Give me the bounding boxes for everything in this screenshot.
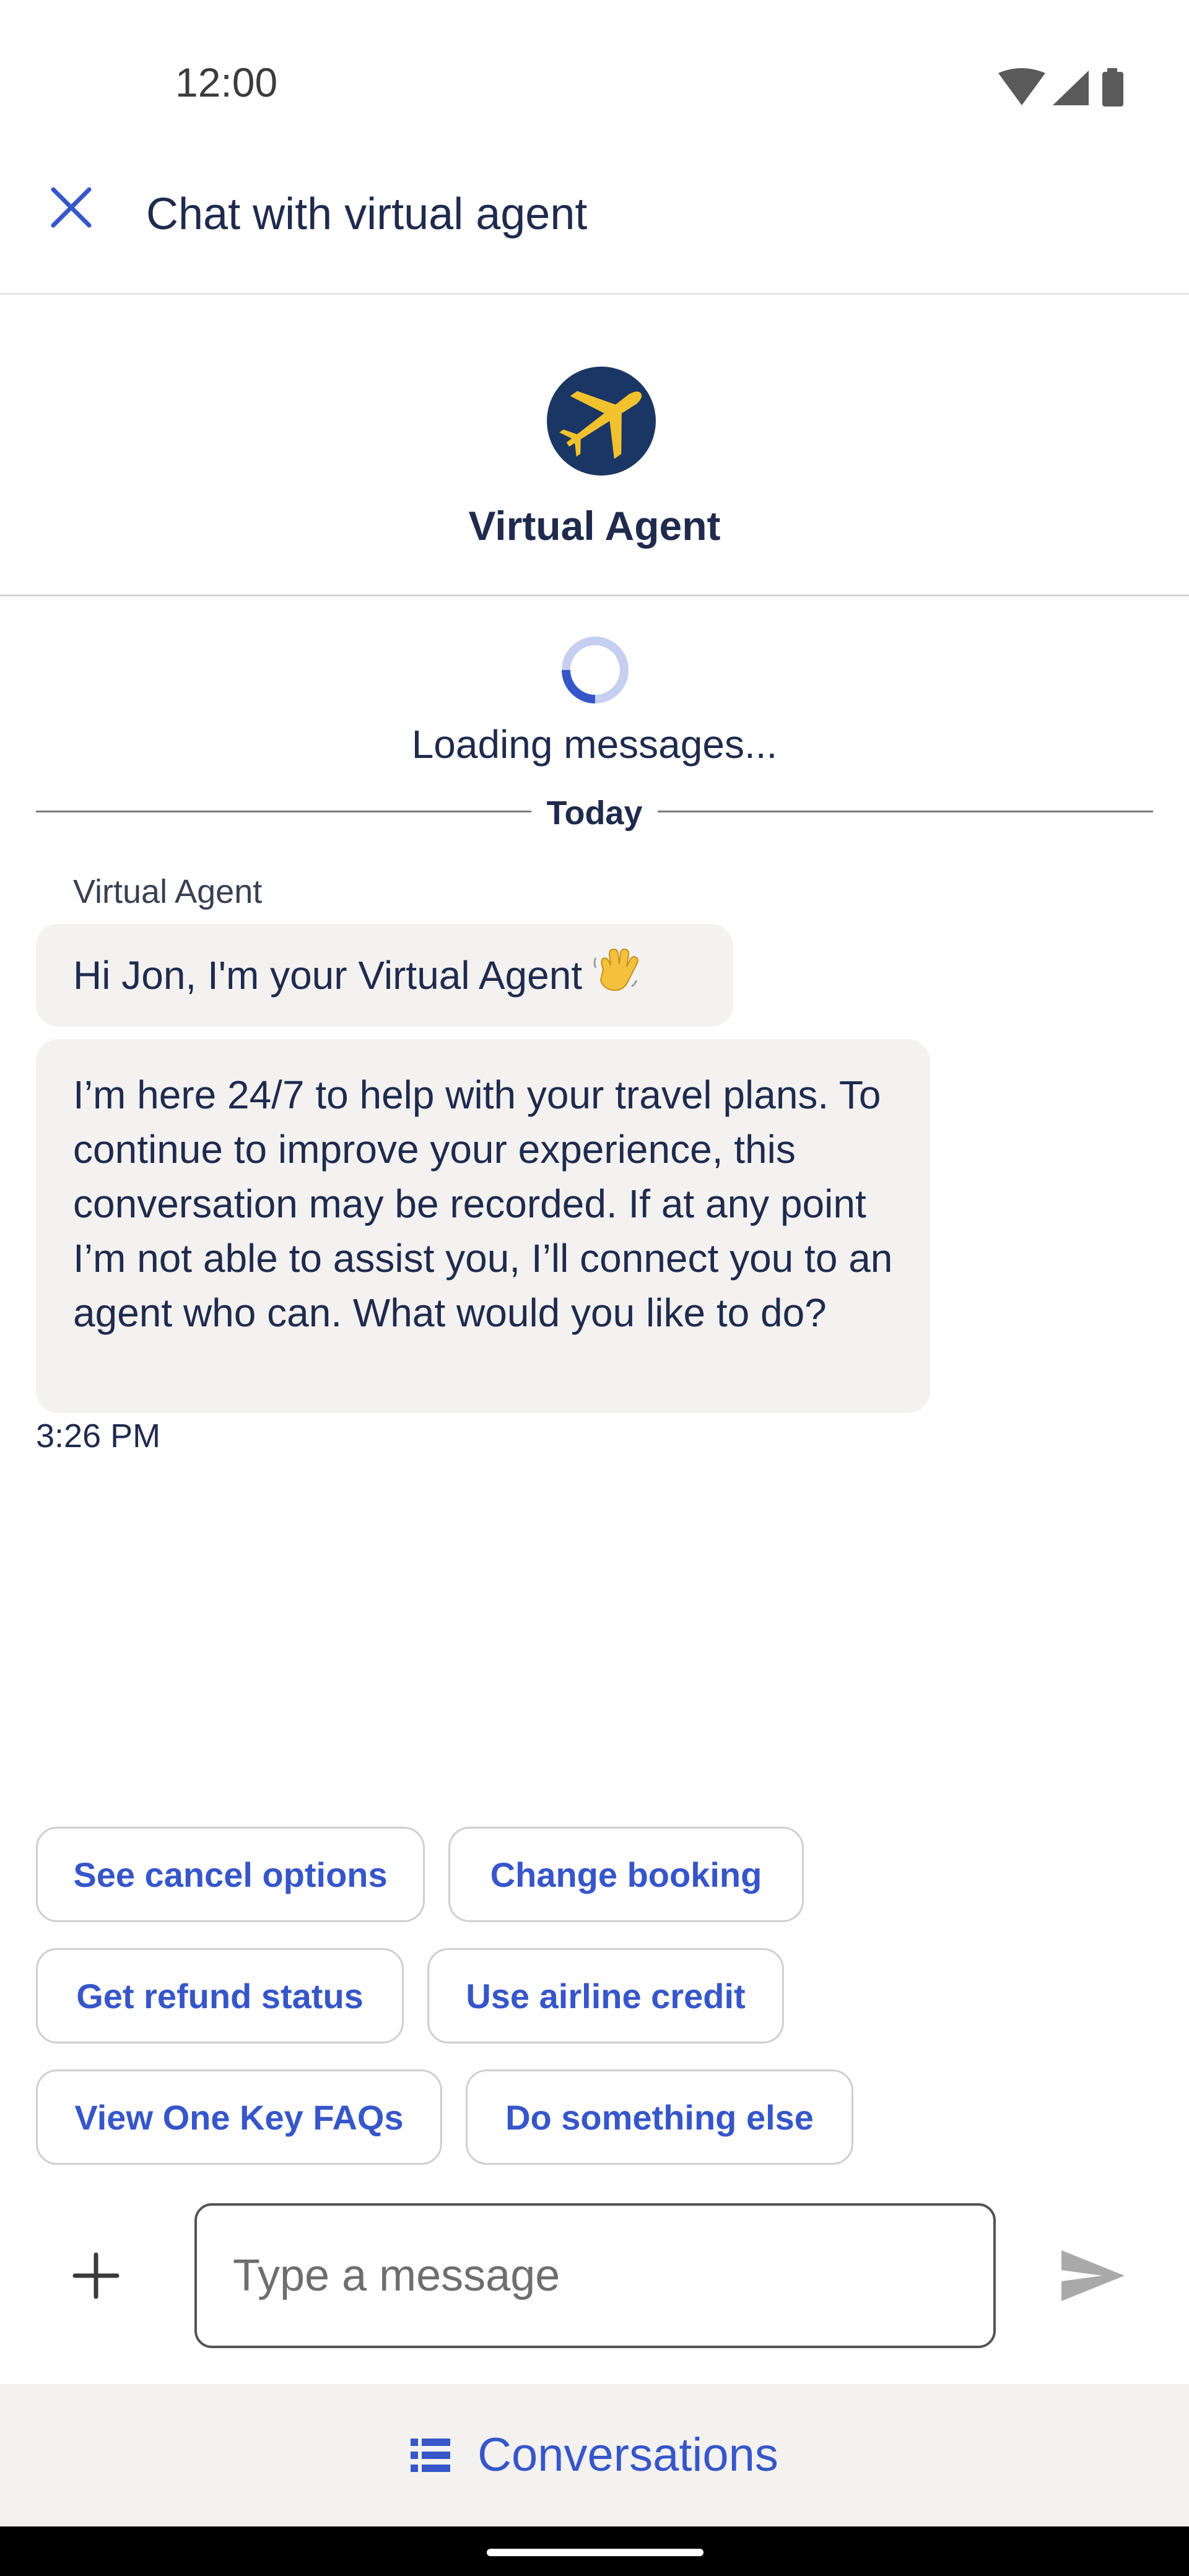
list-icon: [411, 2439, 451, 2472]
system-nav-bar: [0, 2526, 1189, 2576]
airplane-logo-icon: [559, 391, 642, 459]
page-title: Chat with virtual agent: [146, 189, 588, 239]
waving-hand-icon: [591, 929, 639, 1032]
send-icon: [1061, 2250, 1125, 2301]
wifi-icon: [998, 68, 1045, 105]
quick-reply-get-refund-status[interactable]: Get refund status: [36, 1948, 404, 2043]
divider-line-right: [658, 811, 1153, 812]
quick-reply-do-something-else[interactable]: Do something else: [466, 2069, 853, 2165]
quick-reply-use-airline-credit[interactable]: Use airline credit: [427, 1948, 784, 2043]
send-button[interactable]: [1053, 2242, 1133, 2310]
message-bubble: I’m here 24/7 to help with your travel p…: [36, 1039, 930, 1413]
message-timestamp: 3:26 PM: [36, 1417, 161, 1455]
status-time: 12:00: [175, 59, 278, 105]
status-bar: 12:00: [0, 0, 1189, 149]
status-icons: [997, 67, 1133, 110]
date-divider: Today: [36, 793, 1153, 830]
agent-avatar: [547, 367, 656, 476]
quick-reply-see-cancel-options[interactable]: See cancel options: [36, 1827, 425, 1922]
add-attachment-button[interactable]: [62, 2242, 130, 2310]
chat-screen: 12:00 Chat with virtual agent Virtual Ag…: [0, 0, 1189, 2576]
message-bubble: Hi Jon, I'm your Virtual Agent: [36, 924, 733, 1027]
app-header: Chat with virtual agent: [0, 149, 1189, 295]
agent-name: Virtual Agent: [468, 503, 721, 549]
home-indicator[interactable]: [487, 2549, 703, 2556]
message-text: I’m here 24/7 to help with your travel p…: [73, 1073, 893, 1335]
loading-text: Loading messages...: [411, 722, 778, 767]
plus-icon: [72, 2252, 120, 2299]
cellular-signal-icon: [1053, 71, 1089, 105]
message-input[interactable]: [194, 2203, 996, 2348]
message-text: Hi Jon, I'm your Virtual Agent: [73, 953, 583, 998]
close-button[interactable]: [37, 173, 105, 242]
quick-reply-view-one-key-faqs[interactable]: View One Key FAQs: [36, 2069, 442, 2165]
agent-profile: Virtual Agent: [0, 295, 1189, 596]
spinner-icon: [562, 637, 629, 703]
divider-label: Today: [546, 794, 643, 832]
conversations-label: Conversations: [477, 2429, 778, 2481]
battery-icon: [1102, 68, 1123, 107]
close-icon: [51, 187, 92, 228]
quick-reply-change-booking[interactable]: Change booking: [448, 1827, 804, 1922]
message-sender: Virtual Agent: [73, 873, 263, 910]
loading-spinner: [559, 634, 631, 706]
conversations-button[interactable]: Conversations: [0, 2384, 1189, 2526]
